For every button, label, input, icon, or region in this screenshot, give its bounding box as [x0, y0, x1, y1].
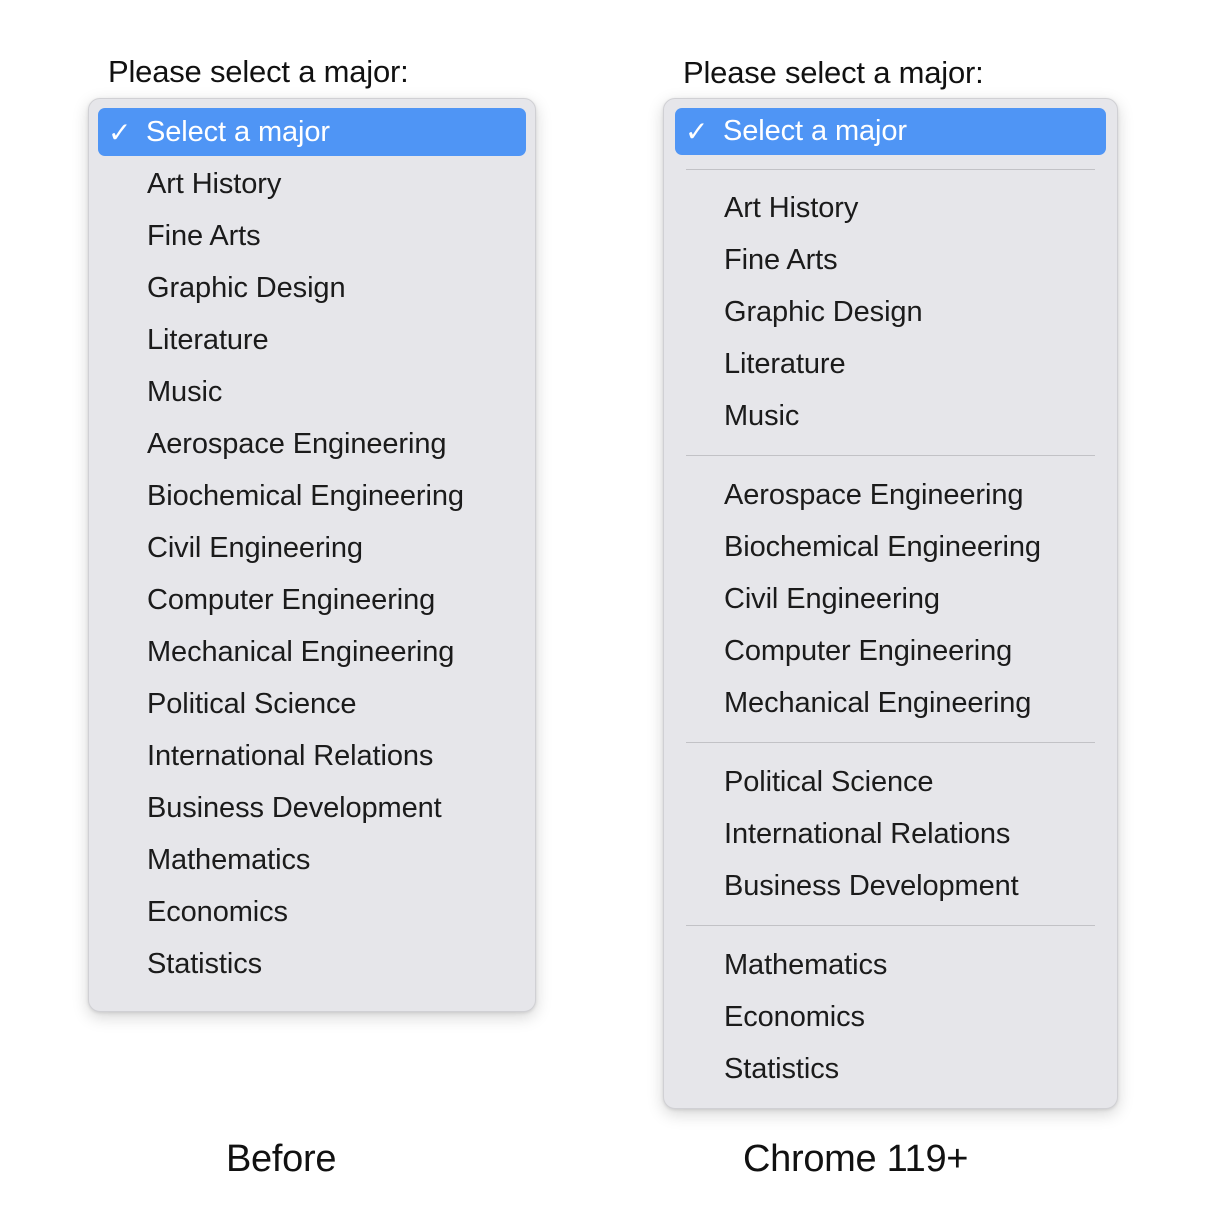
option-row[interactable]: Aerospace Engineering [676, 469, 1105, 521]
option-row[interactable]: Computer Engineering [676, 625, 1105, 677]
option-row[interactable]: Literature [676, 338, 1105, 390]
option-group-list-chrome119: Art History Fine Arts Graphic Design Litera… [664, 169, 1117, 1095]
option-row[interactable]: Literature [99, 314, 525, 366]
option-row[interactable]: Mechanical Engineering [676, 677, 1105, 729]
option-label: Business Development [724, 869, 1019, 902]
option-row[interactable]: Mechanical Engineering [99, 626, 525, 678]
option-label: Select a major [146, 115, 330, 148]
option-row[interactable]: Graphic Design [99, 262, 525, 314]
option-list-before: Art History Fine Arts Graphic Design Litera… [89, 158, 535, 990]
option-row[interactable]: Computer Engineering [99, 574, 525, 626]
option-label: International Relations [724, 817, 1011, 850]
option-row[interactable]: Economics [99, 886, 525, 938]
option-group: Mathematics Economics Statistics [664, 939, 1117, 1095]
option-label: Music [147, 375, 223, 408]
option-group: Political Science International Relations… [664, 756, 1117, 912]
comparison-stage: Please select a major: ✓ Select a major … [0, 0, 1205, 1222]
dropdown-popup-chrome119[interactable]: ✓ Select a major Art History Fine Arts Gra… [663, 98, 1118, 1109]
option-row[interactable]: Biochemical Engineering [676, 521, 1105, 573]
option-label: Aerospace Engineering [147, 427, 447, 460]
option-group: Art History Fine Arts Graphic Design Litera… [664, 182, 1117, 442]
option-row[interactable]: Economics [676, 991, 1105, 1043]
option-label: Civil Engineering [724, 582, 940, 615]
checkmark-icon: ✓ [108, 116, 132, 148]
option-row[interactable]: Statistics [676, 1043, 1105, 1095]
caption-chrome119: Chrome 119+ [743, 1138, 969, 1180]
option-selected-before[interactable]: ✓ Select a major [98, 108, 526, 156]
option-label: Political Science [147, 687, 357, 720]
option-label: Aerospace Engineering [724, 478, 1024, 511]
option-label: International Relations [147, 739, 434, 772]
prompt-label-before: Please select a major: [108, 54, 409, 89]
option-selected-chrome119[interactable]: ✓ Select a major [675, 108, 1106, 155]
option-row[interactable]: Fine Arts [99, 210, 525, 262]
option-row[interactable]: Mathematics [676, 939, 1105, 991]
option-label: Fine Arts [147, 219, 261, 252]
option-row[interactable]: Business Development [676, 860, 1105, 912]
option-label: Biochemical Engineering [724, 530, 1041, 563]
option-label: Political Science [724, 765, 934, 798]
option-group: Aerospace Engineering Biochemical Enginee… [664, 469, 1117, 729]
option-label: Graphic Design [724, 295, 923, 328]
group-separator [686, 455, 1095, 456]
option-label: Music [724, 399, 800, 432]
option-row[interactable]: Mathematics [99, 834, 525, 886]
option-label: Biochemical Engineering [147, 479, 464, 512]
caption-before: Before [226, 1138, 337, 1180]
prompt-label-chrome119: Please select a major: [683, 55, 984, 90]
option-row[interactable]: International Relations [676, 808, 1105, 860]
option-label: Select a major [723, 115, 907, 147]
option-label: Economics [724, 1000, 865, 1033]
option-row[interactable]: International Relations [99, 730, 525, 782]
option-label: Business Development [147, 791, 442, 824]
option-label: Graphic Design [147, 271, 346, 304]
option-row[interactable]: Art History [676, 182, 1105, 234]
option-row[interactable]: Political Science [99, 678, 525, 730]
option-label: Mathematics [147, 843, 311, 876]
group-separator [686, 742, 1095, 743]
option-label: Mathematics [724, 948, 888, 981]
option-row[interactable]: Civil Engineering [676, 573, 1105, 625]
option-row[interactable]: Music [99, 366, 525, 418]
option-label: Computer Engineering [724, 634, 1013, 667]
checkmark-icon: ✓ [685, 116, 709, 147]
option-row[interactable]: Statistics [99, 938, 525, 990]
option-label: Civil Engineering [147, 531, 363, 564]
option-label: Computer Engineering [147, 583, 436, 616]
option-label: Art History [724, 191, 859, 224]
group-separator [686, 925, 1095, 926]
option-label: Mechanical Engineering [724, 686, 1032, 719]
option-label: Statistics [724, 1052, 840, 1085]
option-row[interactable]: Biochemical Engineering [99, 470, 525, 522]
option-row[interactable]: Fine Arts [676, 234, 1105, 286]
option-label: Literature [724, 347, 846, 380]
option-label: Literature [147, 323, 269, 356]
option-row[interactable]: Civil Engineering [99, 522, 525, 574]
option-label: Art History [147, 167, 282, 200]
option-row[interactable]: Graphic Design [676, 286, 1105, 338]
option-row[interactable]: Art History [99, 158, 525, 210]
option-label: Mechanical Engineering [147, 635, 455, 668]
option-row[interactable]: Business Development [99, 782, 525, 834]
option-label: Fine Arts [724, 243, 838, 276]
option-row[interactable]: Political Science [676, 756, 1105, 808]
option-label: Statistics [147, 947, 263, 980]
group-separator [686, 169, 1095, 170]
option-row[interactable]: Aerospace Engineering [99, 418, 525, 470]
option-label: Economics [147, 895, 288, 928]
option-row[interactable]: Music [676, 390, 1105, 442]
dropdown-popup-before[interactable]: ✓ Select a major Art History Fine Arts Gra… [88, 98, 536, 1012]
